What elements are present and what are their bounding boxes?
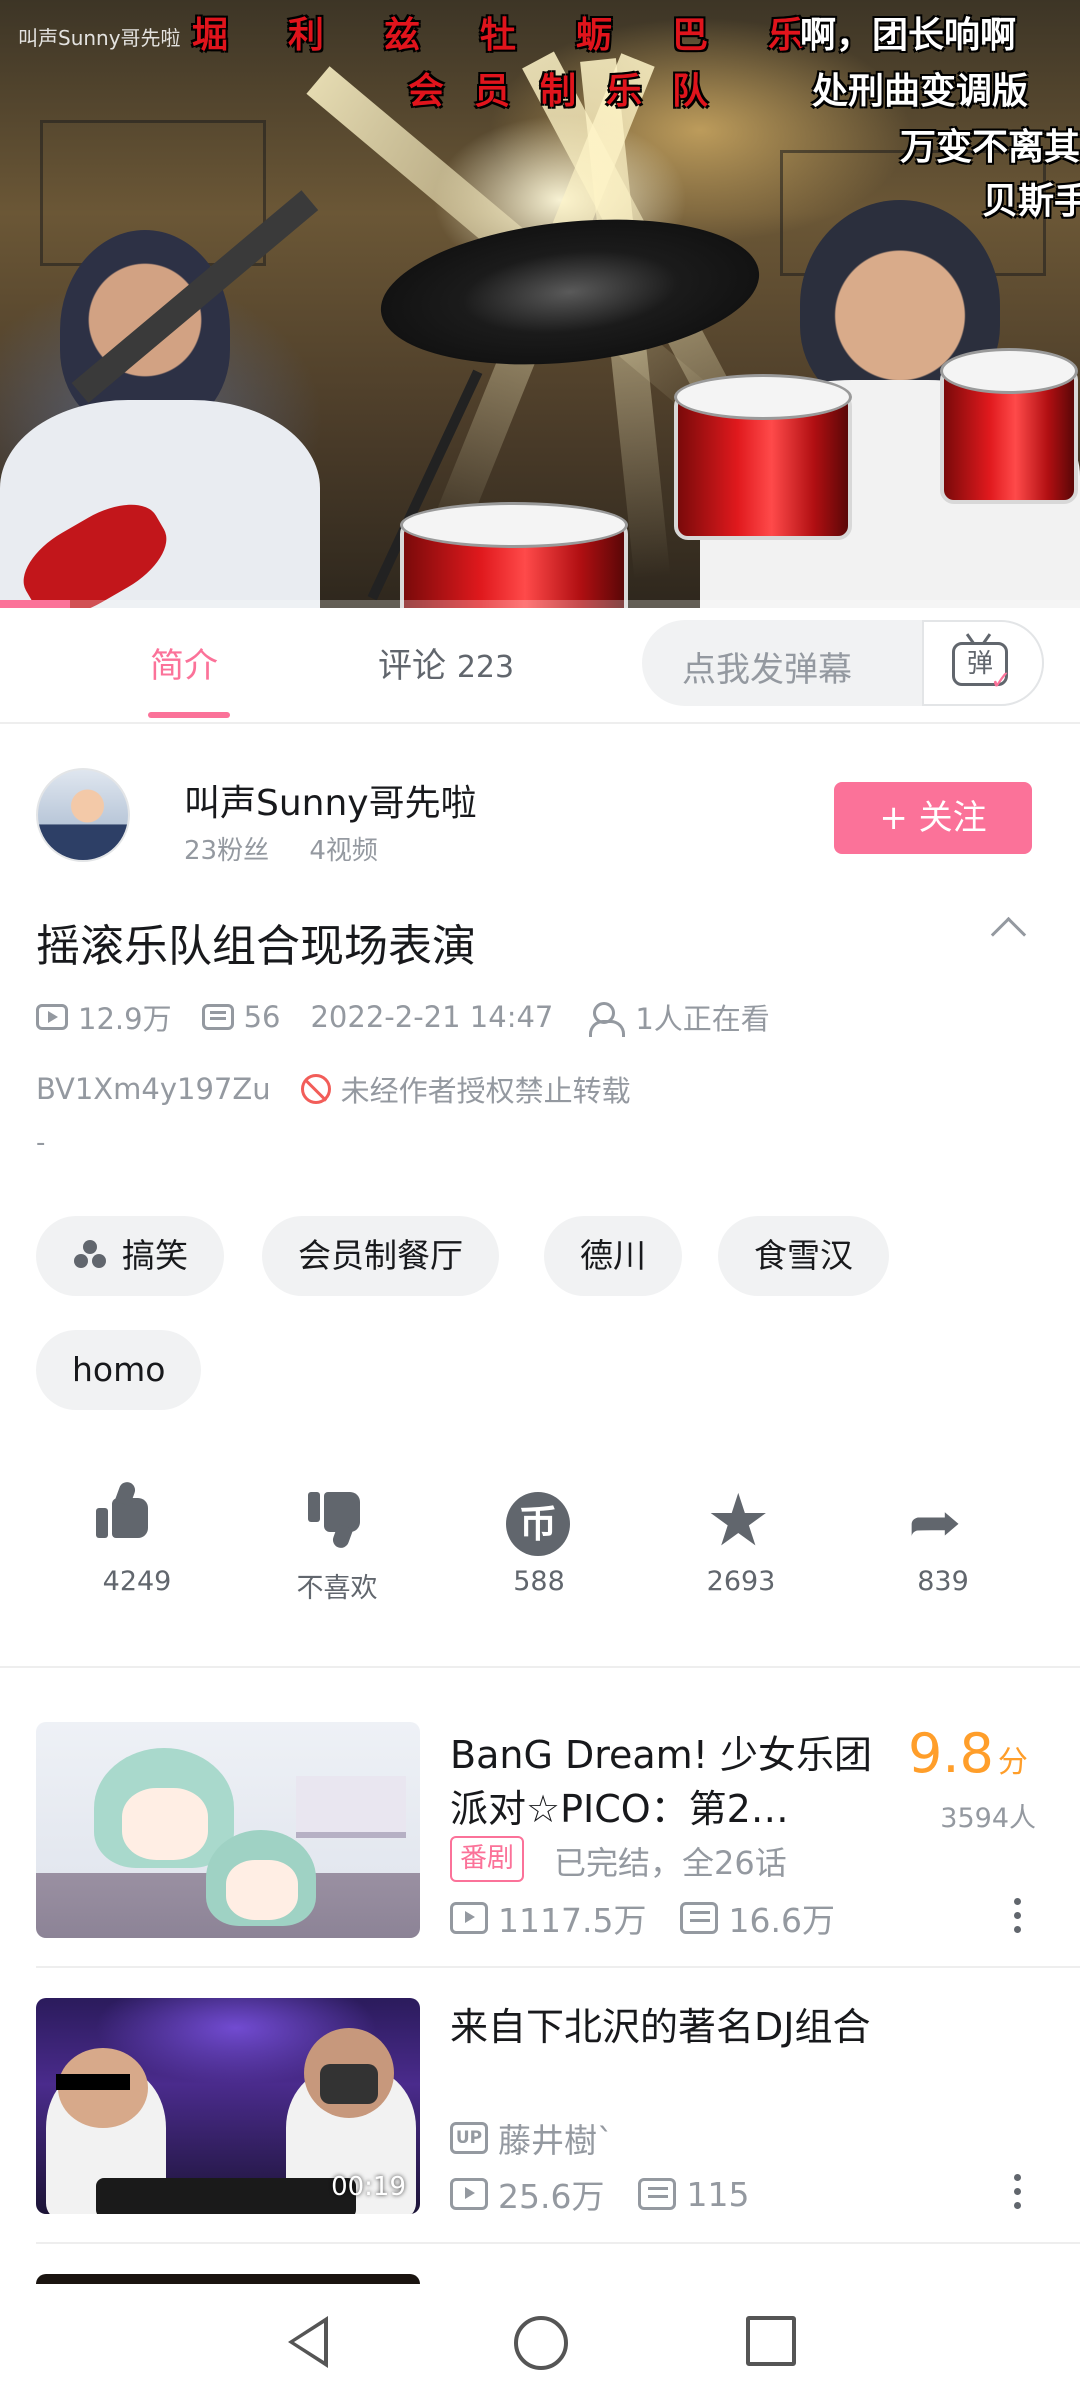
thumbs-up-icon (96, 1498, 148, 1538)
related-title[interactable]: BanG Dream! 少女乐团派对☆PICO：第2… (450, 1728, 880, 1836)
no-repost-icon (300, 1074, 331, 1104)
danmaku-count: 56 (243, 1000, 281, 1034)
like-button[interactable]: 4249 (72, 1486, 202, 1597)
tab-comments-count: 223 (456, 650, 515, 685)
related-uploader-name: 藤井樹` (498, 2121, 614, 2160)
drum-tom (940, 348, 1078, 504)
danmaku-comment: 贝斯手 (982, 181, 1080, 222)
drum-snare (400, 502, 628, 608)
danmaku-toggle-button[interactable]: 弹 ✓ (922, 620, 1044, 706)
related-score: 9.8 分 (908, 1722, 1028, 1785)
uploader-avatar[interactable] (36, 768, 130, 862)
video-title: 摇滚乐队组合现场表演 (36, 921, 476, 972)
recent-apps-icon[interactable] (746, 2316, 796, 2366)
related-danmaku: 16.6万 (728, 1901, 835, 1940)
more-options-icon[interactable] (1014, 1898, 1022, 1940)
bangumi-badge: 番剧 (450, 1836, 524, 1882)
uploader-fans: 23粉丝 (184, 836, 270, 866)
like-count: 4249 (102, 1566, 172, 1597)
share-button[interactable]: ➦ 839 (878, 1486, 1008, 1597)
up-icon: UP (450, 2122, 488, 2154)
play-count-icon (450, 1902, 488, 1934)
section-divider (0, 1666, 1080, 1668)
related-meta: 1117.5万 16.6万 (450, 1894, 835, 1942)
tab-comments-label: 评论 (378, 646, 446, 686)
play-count-icon (450, 2178, 488, 2210)
tag-label: 搞笑 (122, 1236, 188, 1275)
rating-count: 3594人 (940, 1803, 1036, 1834)
share-count: 839 (917, 1566, 969, 1597)
related-danmaku: 115 (686, 2174, 750, 2214)
video-player[interactable]: 叫声Sunny哥先啦 堀利兹牡蛎巴乐 啊，团长响啊 会员制乐队 处刑曲变调版 万… (0, 0, 1080, 608)
danmaku-count-icon (638, 2178, 677, 2210)
uploader-stats: 23粉丝 4视频 (184, 830, 410, 867)
coin-icon: 币 (506, 1492, 570, 1556)
video-watermark: 叫声Sunny哥先啦 (18, 26, 181, 50)
play-count-icon (36, 1004, 68, 1030)
favorite-button[interactable]: ★ 2693 (676, 1480, 806, 1597)
uploader-videos: 4视频 (309, 836, 378, 866)
danmaku-comment: 万变不离其 (900, 127, 1080, 168)
system-navigation-bar (0, 2284, 1080, 2400)
tag-item[interactable]: 会员制餐厅 (262, 1216, 499, 1296)
related-views: 1117.5万 (498, 1901, 647, 1940)
drum-tom (674, 374, 852, 540)
copyright-notice: 未经作者授权禁止转载 (340, 1074, 631, 1108)
series-status: 已完结，全26话 (554, 1844, 787, 1882)
coin-button[interactable]: 币 588 (474, 1486, 604, 1597)
publish-date: 2022-2-21 14:47 (310, 1000, 554, 1034)
danmaku-count-icon (680, 1902, 719, 1934)
score-value: 9.8 (908, 1722, 994, 1785)
related-title[interactable]: 来自下北沢的著名DJ组合 (450, 2000, 880, 2054)
danmaku-input-box[interactable]: 点我发弹幕 弹 ✓ (642, 620, 1044, 706)
uploader-name[interactable]: 叫声Sunny哥先啦 (184, 774, 477, 826)
share-arrow-icon: ➦ (908, 1491, 962, 1555)
check-icon: ✓ (990, 666, 1012, 696)
channel-icon (72, 1240, 108, 1270)
dislike-button[interactable]: 不喜欢 (272, 1486, 402, 1605)
tab-comments[interactable]: 评论 223 (378, 638, 514, 687)
video-meta: 12.9万 56 2022-2-21 14:47 1人正在看 (36, 996, 770, 1038)
watching-people-icon (589, 1002, 626, 1037)
bvid: BV1Xm4y197Zu (36, 1072, 271, 1106)
dislike-label: 不喜欢 (296, 1573, 378, 1604)
follow-button[interactable]: + 关注 (834, 782, 1032, 854)
danmaku-comment: 会员制乐队 (408, 71, 739, 112)
star-icon: ★ (706, 1478, 771, 1562)
tag-item[interactable]: homo (36, 1330, 202, 1410)
tag-item[interactable]: 德川 (544, 1216, 682, 1296)
row-divider (36, 2242, 1080, 2244)
watching-count: 1人正在看 (635, 1002, 770, 1036)
video-description: - (36, 1128, 46, 1158)
back-icon[interactable] (288, 2316, 328, 2368)
danmaku-input[interactable]: 点我发弹幕 (682, 642, 852, 691)
video-progress-bar[interactable] (0, 600, 1080, 608)
related-thumbnail[interactable]: 00:19 (36, 1998, 420, 2214)
tab-active-indicator (148, 712, 230, 718)
more-options-icon[interactable] (1014, 2174, 1022, 2216)
video-progress-fill (0, 600, 71, 608)
related-uploader[interactable]: UP 藤井樹` (450, 2114, 614, 2162)
related-thumbnail[interactable] (36, 1722, 420, 1938)
danmaku-count-icon (201, 1004, 234, 1030)
home-icon[interactable] (514, 2316, 568, 2370)
tab-intro[interactable]: 简介 (150, 638, 218, 687)
favorite-count: 2693 (706, 1566, 776, 1597)
related-views: 25.6万 (498, 2177, 605, 2216)
score-unit: 分 (997, 1745, 1028, 1780)
danmaku-comment: 处刑曲变调版 (812, 71, 1029, 112)
video-id-row: BV1Xm4y197Zu 未经作者授权禁止转载 (36, 1068, 631, 1110)
tag-channel[interactable]: 搞笑 (36, 1216, 224, 1296)
coin-count: 588 (513, 1566, 565, 1597)
related-meta: 25.6万 115 (450, 2170, 749, 2218)
tag-item[interactable]: 食雪汉 (718, 1216, 889, 1296)
view-count: 12.9万 (78, 1002, 172, 1036)
row-divider (36, 1966, 1080, 1968)
thumbs-down-icon (308, 1492, 360, 1532)
danmaku-comment: 啊，团长响啊 (800, 15, 1017, 56)
video-duration: 00:19 (331, 2172, 406, 2202)
danmaku-comment: 堀利兹牡蛎巴乐 (192, 15, 865, 56)
collapse-chevron-icon[interactable] (990, 916, 1027, 953)
